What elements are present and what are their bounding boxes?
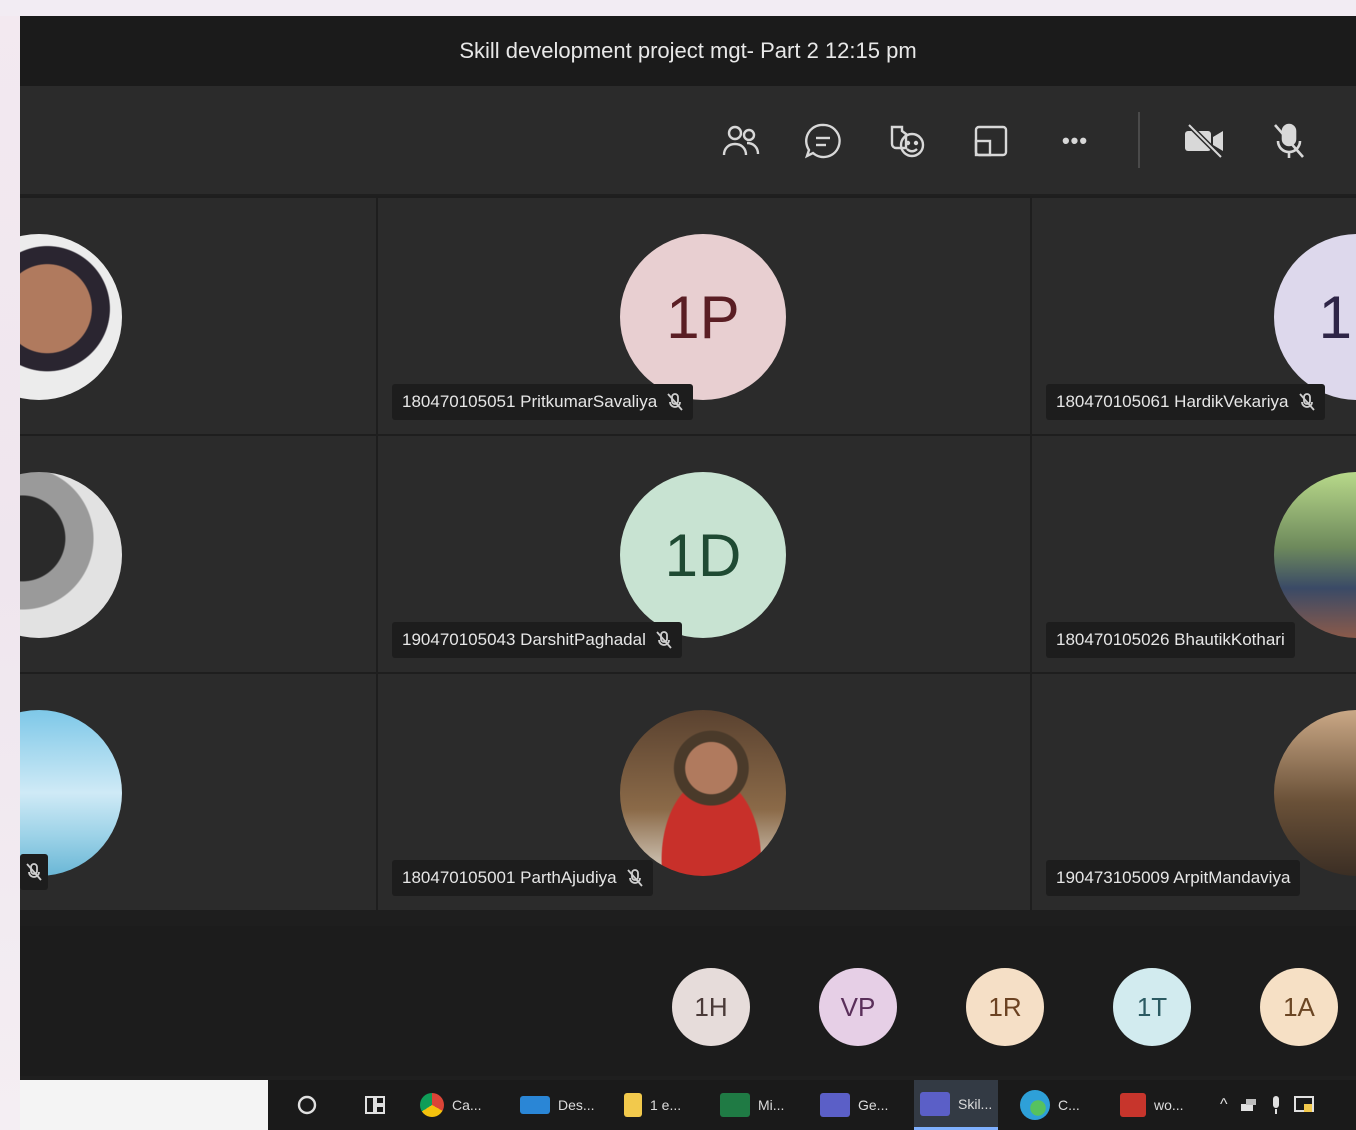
system-tray: ^ (1220, 1080, 1314, 1130)
taskbar-item[interactable]: Ca... (420, 1080, 482, 1130)
overflow-participant-avatar[interactable]: 1A (1260, 968, 1338, 1046)
mic-off-icon (26, 862, 42, 882)
overflow-participants-bar: 1H VP 1R 1T 1A (20, 926, 1356, 1076)
overflow-initials: 1H (694, 991, 728, 1022)
overflow-initials: 1T (1136, 991, 1168, 1022)
overflow-initials: 1A (1283, 991, 1315, 1022)
display-icon[interactable] (1293, 1096, 1314, 1114)
participant-photo (620, 710, 786, 876)
network-icon[interactable] (1240, 1098, 1258, 1112)
participant-photo (20, 234, 122, 400)
reactions-icon[interactable] (882, 116, 932, 166)
tray-chevron-icon[interactable]: ^ (1220, 1096, 1228, 1114)
camera-off-icon[interactable] (1180, 116, 1230, 166)
participant-name: 180470105026 BhautikKothari (1056, 630, 1285, 649)
toolbar-separator (1138, 112, 1140, 168)
participant-nameplate: 180470105061 HardikVekariya (1046, 384, 1325, 420)
taskbar-item-label: Skil... (958, 1095, 993, 1112)
participant-avatar: 1D (620, 472, 786, 638)
excel-icon (720, 1093, 750, 1117)
participant-tile[interactable]: 1P 180470105051 PritkumarSavaliya (378, 198, 1030, 434)
mic-off-icon[interactable] (1264, 116, 1314, 166)
folder-icon (624, 1093, 642, 1117)
windows-taskbar: Ca... Des... 1 e... Mi... Ge... Skil... … (20, 1080, 1356, 1130)
taskbar-item[interactable]: Des... (520, 1080, 595, 1130)
participant-nameplate: 190470105043 DarshitPaghadal (392, 622, 682, 658)
participant-nameplate: 180470105001 ParthAjudiya (392, 860, 653, 896)
taskbar-item[interactable]: C... (1020, 1080, 1080, 1130)
taskbar-item-label: C... (1058, 1097, 1080, 1113)
participant-name: 190473105009 ArpitMandaviya (1056, 868, 1291, 887)
teams-meeting-window: Skill development project mgt- Part 2 12… (20, 16, 1356, 1130)
share-screen-icon[interactable] (966, 116, 1016, 166)
teams-icon (820, 1093, 850, 1117)
microphone-icon[interactable] (1270, 1095, 1282, 1115)
participant-name: 190470105043 DarshitPaghadal (402, 630, 646, 649)
taskbar-item[interactable]: Mi... (720, 1080, 784, 1130)
cortana-icon[interactable] (290, 1080, 324, 1130)
participant-tile[interactable] (20, 198, 376, 434)
participant-name: 180470105061 HardikVekariya (1056, 392, 1289, 411)
participant-photo (20, 472, 122, 638)
mic-off-icon (667, 392, 683, 412)
participant-initials: 1D (664, 521, 742, 589)
mic-off-icon (1298, 392, 1315, 412)
taskbar-item[interactable]: Ge... (820, 1080, 888, 1130)
taskbar-item-label: Des... (558, 1097, 595, 1113)
participants-icon[interactable] (716, 116, 766, 166)
task-view-icon[interactable] (358, 1080, 392, 1130)
participant-tile[interactable]: 180470105001 ParthAjudiya (378, 674, 1030, 910)
mic-off-icon (626, 868, 643, 888)
participant-tile[interactable]: 190473105009 ArpitMandaviya (1032, 674, 1356, 910)
meeting-title: Skill development project mgt- Part 2 12… (459, 38, 917, 63)
participant-nameplate (20, 854, 48, 890)
overflow-initials: 1R (988, 991, 1022, 1022)
document-icon (1120, 1093, 1146, 1117)
participant-photo (1274, 710, 1356, 876)
meeting-toolbar: ••• (20, 86, 1356, 194)
desktop-icon (520, 1096, 550, 1114)
chat-icon[interactable] (798, 116, 848, 166)
teams-icon (920, 1091, 950, 1116)
overflow-participant-avatar[interactable]: 1R (966, 968, 1044, 1046)
participant-name: 180470105051 PritkumarSavaliya (402, 392, 658, 411)
overflow-participant-avatar[interactable]: 1T (1113, 968, 1191, 1046)
participant-nameplate: 180470105051 PritkumarSavaliya (392, 384, 694, 420)
mic-off-icon (656, 630, 672, 650)
participant-tile[interactable]: 180470105026 BhautikKothari (1032, 436, 1356, 672)
taskbar-item[interactable]: wo... (1120, 1080, 1184, 1130)
desktop-background (0, 0, 20, 1130)
more-options-icon[interactable]: ••• (1050, 116, 1100, 166)
participant-initials: 1H (1318, 283, 1356, 351)
window-titlebar: Skill development project mgt- Part 2 12… (20, 16, 1356, 86)
video-grid: 1P 180470105051 PritkumarSavaliya 1H 180… (20, 196, 1356, 926)
participant-tile[interactable] (20, 436, 376, 672)
taskbar-item-label: 1 e... (650, 1097, 682, 1113)
participant-avatar: 1P (620, 234, 786, 400)
participant-tile[interactable] (20, 674, 376, 910)
taskbar-item[interactable]: 1 e... (624, 1080, 681, 1130)
taskbar-item-label: wo... (1154, 1097, 1184, 1113)
taskbar-item-active[interactable]: Skil... (914, 1080, 999, 1130)
desktop-background-top (0, 0, 1356, 16)
participant-avatar: 1H (1274, 234, 1356, 400)
participant-tile[interactable]: 1H 180470105061 HardikVekariya (1032, 198, 1356, 434)
chrome-icon (420, 1093, 444, 1117)
taskbar-search-box[interactable] (20, 1080, 268, 1130)
more-options-label: ••• (1061, 128, 1089, 153)
participant-initials: 1P (666, 283, 740, 351)
participant-photo (20, 710, 122, 876)
participant-nameplate: 190473105009 ArpitMandaviya (1046, 860, 1301, 896)
overflow-participant-avatar[interactable]: VP (819, 968, 897, 1046)
edge-icon (1020, 1090, 1050, 1120)
participant-tile[interactable]: 1D 190470105043 DarshitPaghadal (378, 436, 1030, 672)
participant-nameplate: 180470105026 BhautikKothari (1046, 622, 1295, 658)
taskbar-item-label: Ca... (452, 1097, 482, 1113)
overflow-initials: VP (840, 991, 876, 1022)
overflow-participant-avatar[interactable]: 1H (672, 968, 750, 1046)
participant-photo (1274, 472, 1356, 638)
taskbar-item-label: Ge... (858, 1097, 889, 1113)
taskbar-item-label: Mi... (758, 1097, 785, 1113)
participant-name: 180470105001 ParthAjudiya (402, 868, 617, 887)
